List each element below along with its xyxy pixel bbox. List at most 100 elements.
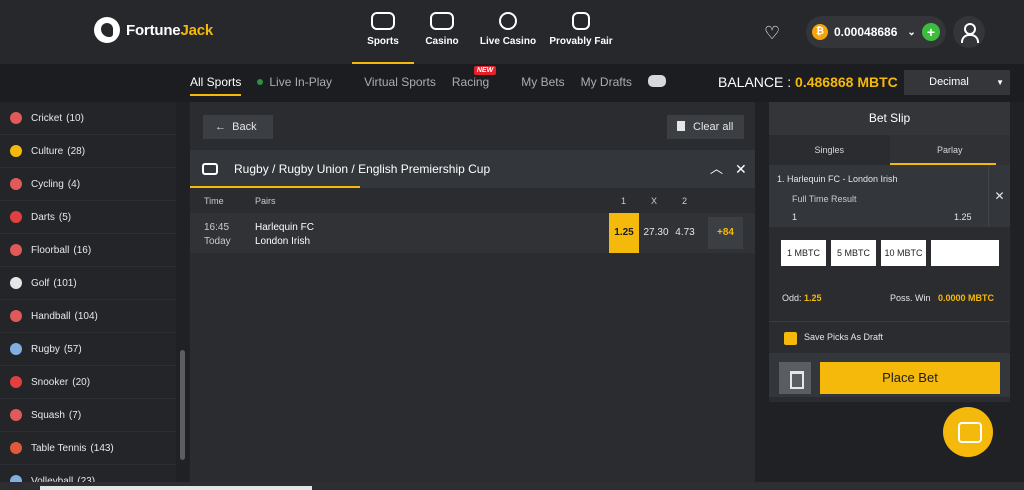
sidebar-item-handball[interactable]: Handball (104) (0, 300, 176, 333)
sidebar-item-cycling[interactable]: Cycling (4) (0, 168, 176, 201)
nav-sports-label: Sports (367, 36, 399, 47)
tab-parlay[interactable]: Parlay (889, 135, 1010, 165)
remove-pick-close-icon[interactable]: ✕ (988, 165, 1010, 227)
bottom-scroll-thumb[interactable] (40, 486, 312, 490)
sidebar-item-cricket[interactable]: Cricket (10) (0, 102, 176, 135)
live-dot-icon (257, 79, 264, 85)
event-content: ← Back Clear all Rugby / Rugby Union / E… (190, 102, 755, 482)
balance-label: BALANCE : (718, 74, 796, 90)
trash-icon (677, 121, 685, 131)
pick-market: Full Time Result (792, 194, 857, 204)
nav-provably-fair[interactable]: Provably Fair (546, 12, 616, 64)
sidebar-item-golf[interactable]: Golf (101) (0, 267, 176, 300)
floppy-save-icon (784, 332, 797, 345)
possible-win-value: 0.0000 MBTC (938, 293, 995, 303)
arrow-left-icon: ← (215, 121, 233, 133)
stake-5-button[interactable]: 5 MBTC (831, 240, 876, 266)
sidebar-item-label: Cycling (31, 178, 64, 190)
sidebar-item-culture[interactable]: Culture (28) (0, 135, 176, 168)
favorites-heart-icon[interactable]: ♡ (764, 23, 780, 44)
bottom-scrollbar[interactable] (0, 482, 1024, 490)
stake-1-button[interactable]: 1 MBTC (781, 240, 826, 266)
place-bet-button[interactable]: Place Bet (820, 362, 1000, 394)
sidebar-item-count: (4) (67, 178, 81, 190)
match-row[interactable]: 16:45 Today Harlequin FC London Irish 1.… (190, 213, 755, 253)
sidebar-item-count: (10) (66, 112, 84, 124)
away-team: London Irish (255, 236, 311, 247)
nav-live-casino-label: Live Casino (479, 36, 537, 47)
close-icon[interactable]: ✕ (735, 150, 747, 188)
rugby-icon (202, 163, 218, 175)
live-chat-icon[interactable] (943, 407, 993, 457)
sidebar-scroll-thumb[interactable] (180, 350, 185, 460)
table-tennis-icon (10, 442, 22, 454)
discord-icon[interactable] (647, 75, 666, 87)
possible-win-label: Poss. Win (890, 293, 931, 303)
bet-summary: Odd: 1.25 Poss. Win 0.0000 MBTC (769, 287, 1010, 311)
possible-win-summary: Poss. Win 0.0000 MBTC (890, 293, 994, 303)
tab-racing-label: Racing (451, 75, 490, 89)
delete-slip-trash-icon[interactable] (779, 362, 811, 394)
squash-icon (10, 409, 22, 421)
tab-my-bets[interactable]: My Bets (521, 75, 564, 89)
new-badge: NEW (473, 66, 497, 75)
back-button[interactable]: ← Back (203, 115, 273, 139)
nav-casino[interactable]: Casino (414, 12, 470, 64)
floorball-icon (10, 244, 22, 256)
save-draft-label: Save Picks As Draft (804, 332, 884, 342)
sidebar-item-label: Darts (31, 211, 55, 223)
sidebar-item-count: (104) (74, 310, 98, 322)
tab-singles[interactable]: Singles (769, 135, 890, 165)
chevron-up-icon[interactable]: ︿ (710, 150, 723, 188)
sidebar-item-snooker[interactable]: Snooker (20) (0, 366, 176, 399)
brand-name-part1: Fortune (126, 21, 181, 39)
wallet-dropdown[interactable]: ₿ 0.00048686 ⌄ + (806, 16, 946, 48)
odd-value: 1.25 (804, 293, 822, 303)
odds-format-select[interactable]: Decimal (904, 70, 1010, 95)
nav-sports[interactable]: Sports (352, 12, 414, 64)
nav-live-casino[interactable]: Live Casino (470, 12, 546, 64)
user-profile-icon[interactable] (953, 16, 985, 48)
tab-racing[interactable]: Racing NEW (451, 66, 505, 89)
golf-icon (10, 277, 22, 289)
sidebar-item-count: (7) (68, 409, 82, 421)
nav-provably-fair-label: Provably Fair (549, 36, 613, 47)
match-time-value: 16:45 (204, 222, 230, 233)
tab-all-sports[interactable]: All Sports (190, 75, 242, 96)
col-x: X (651, 196, 658, 206)
tab-live-in-play-label: Live In-Play (269, 75, 333, 89)
tab-my-drafts[interactable]: My Drafts (581, 75, 632, 89)
odd-summary: Odd: 1.25 (782, 293, 822, 303)
sidebar-item-count: (101) (53, 277, 77, 289)
col-time: Time (204, 196, 224, 206)
event-header: Rugby / Rugby Union / English Premiershi… (190, 150, 755, 188)
stake-input[interactable] (931, 240, 999, 266)
save-draft-button[interactable]: Save Picks As Draft (769, 321, 1010, 353)
stake-10-button[interactable]: 10 MBTC (881, 240, 926, 266)
sports-icon (371, 12, 395, 30)
more-markets-button[interactable]: +84 (708, 217, 743, 249)
sidebar-item-rugby[interactable]: Rugby (57) (0, 333, 176, 366)
sidebar-item-floorball[interactable]: Floorball (16) (0, 234, 176, 267)
sidebar-item-count: (28) (67, 145, 86, 157)
tab-live-in-play[interactable]: Live In-Play (257, 75, 348, 89)
sidebar-item-darts[interactable]: Darts (5) (0, 201, 176, 234)
sidebar-item-count: (20) (72, 376, 91, 388)
fortunejack-logo-icon (94, 17, 120, 43)
sidebar-item-table-tennis[interactable]: Table Tennis (143) (0, 432, 176, 465)
odd-label: Odd: (782, 293, 802, 303)
odd-x-button[interactable]: 27.30 (641, 213, 671, 253)
tab-virtual-sports[interactable]: Virtual Sports (364, 75, 436, 89)
col-2: 2 (682, 196, 688, 206)
odd-2-button[interactable]: 4.73 (670, 213, 700, 253)
sidebar-item-squash[interactable]: Squash (7) (0, 399, 176, 432)
clear-all-button[interactable]: Clear all (667, 115, 744, 139)
sidebar-item-label: Handball (31, 310, 71, 322)
odd-1-button[interactable]: 1.25 (609, 213, 639, 253)
sidebar-item-count: (143) (90, 442, 114, 454)
sidebar-item-label: Culture (31, 145, 64, 157)
brand-logo[interactable]: FortuneJack (94, 17, 213, 43)
sidebar-item-label: Golf (31, 277, 50, 289)
top-bar: FortuneJack Sports Casino Live Casino Pr… (0, 0, 1024, 64)
deposit-plus-icon[interactable]: + (922, 23, 940, 41)
